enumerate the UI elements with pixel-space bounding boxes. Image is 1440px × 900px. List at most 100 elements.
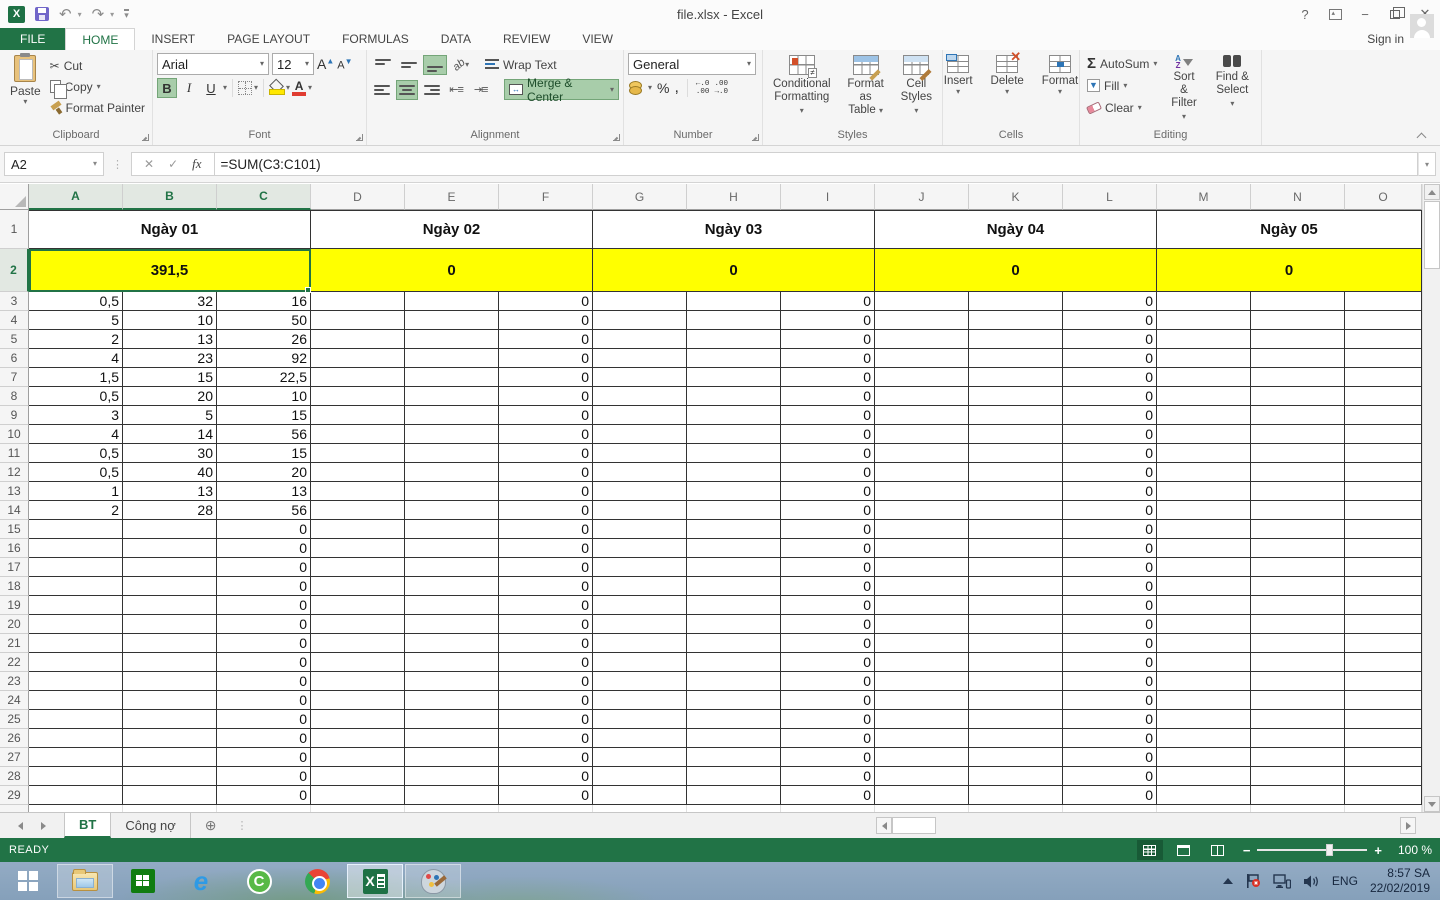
italic-button[interactable]: I [179, 78, 199, 98]
column-header-L[interactable]: L [1063, 184, 1157, 210]
cell-D4[interactable] [311, 311, 405, 330]
cell-G16[interactable] [593, 539, 687, 558]
cell-M3[interactable] [1157, 292, 1251, 311]
undo-dropdown-icon[interactable]: ▾ [78, 10, 82, 19]
cell-L26[interactable]: 0 [1063, 729, 1157, 748]
increase-indent-icon[interactable]: ⇥≡ [469, 80, 492, 100]
column-header-B[interactable]: B [123, 184, 217, 210]
row-header-26[interactable]: 26 [0, 729, 29, 748]
column-header-N[interactable]: N [1251, 184, 1345, 210]
cell-M21[interactable] [1157, 634, 1251, 653]
cell-D10[interactable] [311, 425, 405, 444]
cell-E6[interactable] [405, 349, 499, 368]
cell-E14[interactable] [405, 501, 499, 520]
cell-C15[interactable]: 0 [217, 520, 311, 539]
cell-C3[interactable]: 16 [217, 292, 311, 311]
cell-H11[interactable] [687, 444, 781, 463]
cell-G10[interactable] [593, 425, 687, 444]
help-button[interactable]: ? [1290, 0, 1320, 28]
cell-L28[interactable]: 0 [1063, 767, 1157, 786]
cell-H22[interactable] [687, 653, 781, 672]
format-cells-button[interactable]: Format▾ [1036, 53, 1084, 128]
cell-F15[interactable]: 0 [499, 520, 593, 539]
cell-B24[interactable] [123, 691, 217, 710]
fill-color-icon[interactable] [269, 81, 284, 95]
column-header-J[interactable]: J [875, 184, 969, 210]
cell-N12[interactable] [1251, 463, 1345, 482]
cell-F4[interactable]: 0 [499, 311, 593, 330]
cell-I22[interactable]: 0 [781, 653, 875, 672]
cell-N27[interactable] [1251, 748, 1345, 767]
cell-L5[interactable]: 0 [1063, 330, 1157, 349]
ribbon-display-options-button[interactable] [1320, 0, 1350, 28]
cell-H14[interactable] [687, 501, 781, 520]
cell-D24[interactable] [311, 691, 405, 710]
cell-D12[interactable] [311, 463, 405, 482]
fill-color-dropdown-icon[interactable]: ▾ [286, 84, 290, 92]
cell-K29[interactable] [969, 786, 1063, 805]
cell-B11[interactable]: 30 [123, 444, 217, 463]
cell-E3[interactable] [405, 292, 499, 311]
cell-G14[interactable] [593, 501, 687, 520]
cell-C21[interactable]: 0 [217, 634, 311, 653]
cell-H28[interactable] [687, 767, 781, 786]
cell-J21[interactable] [875, 634, 969, 653]
cell-O19[interactable] [1345, 596, 1422, 615]
fill-button[interactable]: ▼Fill▾ [1084, 75, 1160, 96]
cell-C8[interactable]: 10 [217, 387, 311, 406]
paste-dropdown-icon[interactable]: ▾ [23, 98, 27, 106]
cell-B5[interactable]: 13 [123, 330, 217, 349]
cell-E13[interactable] [405, 482, 499, 501]
cell-I15[interactable]: 0 [781, 520, 875, 539]
cell-J23[interactable] [875, 672, 969, 691]
cell-D9[interactable] [311, 406, 405, 425]
cell-E24[interactable] [405, 691, 499, 710]
cell-K21[interactable] [969, 634, 1063, 653]
autosum-button[interactable]: ΣAutoSum▾ [1084, 53, 1160, 74]
cell-I25[interactable]: 0 [781, 710, 875, 729]
cell-J14[interactable] [875, 501, 969, 520]
cell-L16[interactable]: 0 [1063, 539, 1157, 558]
delete-cells-button[interactable]: Delete▾ [985, 53, 1030, 128]
cell-O4[interactable] [1345, 311, 1422, 330]
cell-J6[interactable] [875, 349, 969, 368]
cell-N25[interactable] [1251, 710, 1345, 729]
cell-J7[interactable] [875, 368, 969, 387]
column-header-M[interactable]: M [1157, 184, 1251, 210]
taskbar-internet-explorer[interactable]: e [173, 864, 229, 898]
cell-L15[interactable]: 0 [1063, 520, 1157, 539]
cell-G18[interactable] [593, 577, 687, 596]
cell-M12[interactable] [1157, 463, 1251, 482]
cell-N8[interactable] [1251, 387, 1345, 406]
cell-A18[interactable] [29, 577, 123, 596]
cell-F29[interactable]: 0 [499, 786, 593, 805]
cell-N17[interactable] [1251, 558, 1345, 577]
accounting-dropdown-icon[interactable]: ▾ [648, 84, 652, 92]
cell-H18[interactable] [687, 577, 781, 596]
normal-view-button[interactable] [1137, 840, 1163, 860]
cell-K4[interactable] [969, 311, 1063, 330]
bold-button[interactable]: B [157, 78, 177, 98]
cell-J30[interactable] [875, 805, 969, 812]
cell-J20[interactable] [875, 615, 969, 634]
cell-H26[interactable] [687, 729, 781, 748]
zoom-slider[interactable]: − + [1243, 843, 1382, 858]
cell-L27[interactable]: 0 [1063, 748, 1157, 767]
cell-A28[interactable] [29, 767, 123, 786]
cell-G8[interactable] [593, 387, 687, 406]
cell-K27[interactable] [969, 748, 1063, 767]
cell-N11[interactable] [1251, 444, 1345, 463]
cell-K11[interactable] [969, 444, 1063, 463]
cell-I8[interactable]: 0 [781, 387, 875, 406]
cell-J3[interactable] [875, 292, 969, 311]
zoom-in-icon[interactable]: + [1374, 843, 1382, 858]
font-color-dropdown-icon[interactable]: ▾ [308, 84, 312, 92]
cell-J4[interactable] [875, 311, 969, 330]
cell-K10[interactable] [969, 425, 1063, 444]
row-header-24[interactable]: 24 [0, 691, 29, 710]
cell-O9[interactable] [1345, 406, 1422, 425]
cell-N13[interactable] [1251, 482, 1345, 501]
cell-N19[interactable] [1251, 596, 1345, 615]
merge-center-dropdown-icon[interactable]: ▾ [610, 86, 614, 94]
cell-H5[interactable] [687, 330, 781, 349]
